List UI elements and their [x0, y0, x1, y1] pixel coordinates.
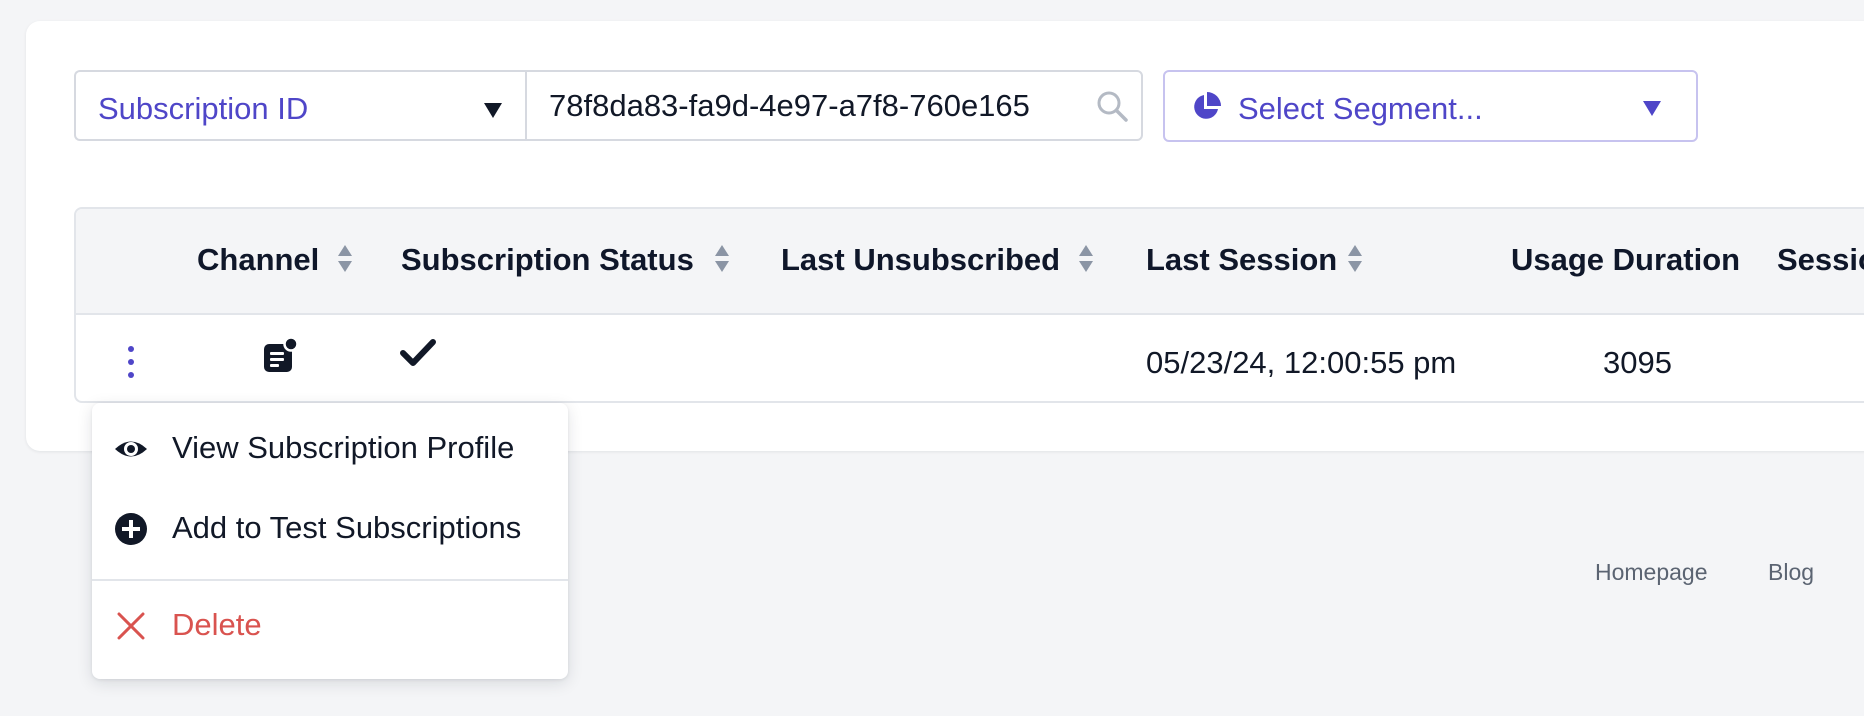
chevron-down-icon	[1643, 101, 1661, 116]
view-subscription-profile-menu-item[interactable]: View Subscription Profile	[92, 416, 568, 480]
menu-item-label: View Subscription Profile	[172, 430, 515, 465]
column-header-last-unsubscribed[interactable]: Last Unsubscribed	[781, 242, 1060, 278]
close-icon	[117, 612, 145, 640]
filter-field-select[interactable]: Subscription ID	[74, 70, 526, 141]
column-header-sessions[interactable]: Sessio	[1777, 242, 1864, 278]
sort-icon[interactable]	[1348, 245, 1362, 275]
search-input[interactable]	[549, 84, 1084, 128]
column-header-last-session[interactable]: Last Session	[1146, 242, 1337, 278]
segment-select[interactable]: Select Segment...	[1163, 70, 1698, 142]
subscriptions-table: Channel Subscription Status Last Unsubsc…	[74, 207, 1864, 403]
search-field[interactable]	[525, 70, 1143, 141]
usage-duration-value: 3095	[1603, 345, 1672, 380]
pie-chart-icon	[1194, 92, 1221, 119]
column-header-subscription-status[interactable]: Subscription Status	[401, 242, 694, 278]
search-icon[interactable]	[1095, 89, 1129, 123]
footer-link-blog[interactable]: Blog	[1768, 559, 1814, 586]
filter-field-label: Subscription ID	[98, 91, 309, 126]
footer-link-homepage[interactable]: Homepage	[1595, 559, 1708, 586]
sort-icon[interactable]	[715, 245, 729, 275]
menu-item-label: Add to Test Subscriptions	[172, 510, 522, 545]
plus-circle-icon	[115, 513, 147, 545]
delete-menu-item[interactable]: Delete	[92, 593, 568, 657]
eye-icon	[115, 441, 147, 457]
add-to-test-subscriptions-menu-item[interactable]: Add to Test Subscriptions	[92, 496, 568, 560]
sort-icon[interactable]	[338, 245, 352, 275]
column-header-channel[interactable]: Channel	[197, 242, 319, 278]
row-actions-menu: View Subscription Profile Add to Test Su…	[92, 403, 568, 679]
table-header: Channel Subscription Status Last Unsubsc…	[76, 209, 1864, 315]
segment-label: Select Segment...	[1238, 91, 1483, 126]
menu-divider	[92, 579, 568, 581]
kebab-menu-icon[interactable]	[121, 345, 141, 379]
checkmark-icon	[400, 339, 436, 366]
sort-icon[interactable]	[1079, 245, 1093, 275]
chevron-down-icon	[484, 103, 502, 118]
last-session-value: 05/23/24, 12:00:55 pm	[1146, 345, 1457, 380]
menu-item-label: Delete	[172, 607, 262, 642]
column-header-usage-duration[interactable]: Usage Duration	[1511, 242, 1740, 278]
sms-message-icon	[264, 337, 298, 372]
